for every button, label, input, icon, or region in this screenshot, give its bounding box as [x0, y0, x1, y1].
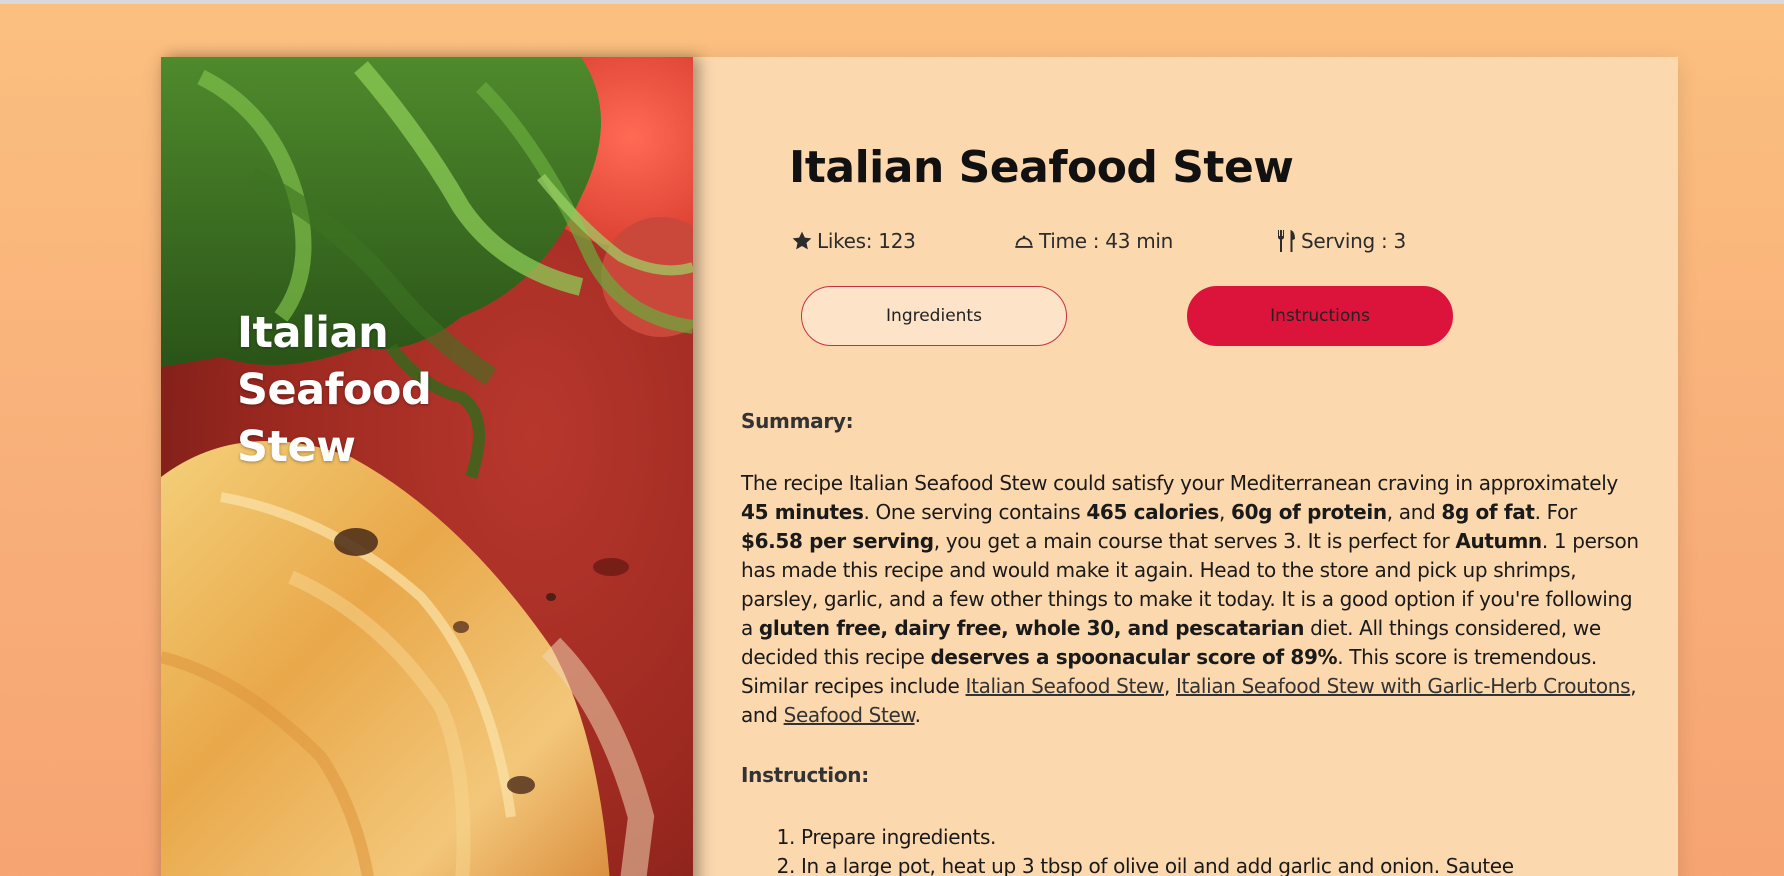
serving-stat: Serving : 3: [1275, 229, 1406, 253]
hero-title-line: Stew: [237, 422, 356, 472]
summary-highlight: 465 calories: [1086, 500, 1219, 524]
step-number: 2.: [776, 854, 796, 876]
tab-ingredients[interactable]: Ingredients: [801, 286, 1067, 346]
step-text: Prepare ingredients.: [801, 825, 997, 849]
recipe-details-panel: Italian Seafood Stew Likes: 123 Time : 4…: [693, 57, 1678, 876]
time-label: Time : 43 min: [1039, 229, 1174, 253]
hero-title-line: Seafood: [237, 365, 432, 415]
summary-text: The recipe Italian Seafood Stew could sa…: [741, 469, 1639, 730]
summary-highlight: 60g of protein: [1231, 500, 1387, 524]
summary-fragment: . For: [1534, 500, 1578, 524]
summary-highlight: Autumn: [1455, 529, 1542, 553]
recipe-card: Italian Seafood Stew Italian Seafood Ste…: [161, 57, 1678, 876]
summary-heading: Summary:: [741, 409, 854, 433]
hero-title: Italian Seafood Stew: [237, 305, 497, 476]
step-text: In a large pot, heat up 3 tbsp of olive …: [801, 854, 1514, 876]
step-number: 1.: [776, 825, 796, 849]
summary-fragment: . One serving contains: [863, 500, 1087, 524]
similar-recipe-link[interactable]: Italian Seafood Stew with Garlic-Herb Cr…: [1176, 674, 1631, 698]
summary-highlight: 45 minutes: [741, 500, 864, 524]
hero-title-line: Italian: [237, 308, 389, 358]
summary-highlight: gluten free, dairy free, whole 30, and p…: [758, 616, 1305, 640]
likes-stat: Likes: 123: [791, 229, 916, 253]
tab-instructions[interactable]: Instructions: [1187, 286, 1453, 346]
instruction-step: 1. Prepare ingredients.: [749, 823, 1629, 852]
summary-fragment: .: [914, 703, 921, 727]
fork-knife-icon: [1278, 230, 1295, 252]
summary-highlight: 8g of fat: [1441, 500, 1535, 524]
recipe-title: Italian Seafood Stew: [789, 142, 1294, 193]
similar-recipe-link[interactable]: Seafood Stew: [784, 703, 915, 727]
browser-top-border: [0, 0, 1784, 4]
likes-label: Likes: 123: [817, 229, 916, 253]
similar-recipe-link[interactable]: Italian Seafood Stew: [966, 674, 1165, 698]
serving-label: Serving : 3: [1301, 229, 1406, 253]
instruction-heading: Instruction:: [741, 763, 869, 787]
instruction-steps: 1. Prepare ingredients. 2. In a large po…: [749, 823, 1629, 876]
summary-highlight: deserves a spoonacular score of 89%: [930, 645, 1338, 669]
summary-fragment: The recipe Italian Seafood Stew could sa…: [741, 471, 1618, 495]
time-stat: Time : 43 min: [1013, 229, 1173, 253]
star-icon: [792, 231, 812, 250]
summary-fragment: , you get a main course that serves 3. I…: [933, 529, 1456, 553]
recipe-hero-image: Italian Seafood Stew: [161, 57, 693, 876]
summary-fragment: ,: [1163, 674, 1176, 698]
instruction-step: 2. In a large pot, heat up 3 tbsp of oli…: [749, 852, 1629, 876]
summary-fragment: ,: [1219, 500, 1232, 524]
summary-fragment: , and: [1386, 500, 1442, 524]
recipe-stats: Likes: 123 Time : 43 min Serving : 3: [693, 229, 1678, 259]
summary-highlight: $6.58 per serving: [741, 529, 934, 553]
cloche-icon: [1015, 235, 1033, 248]
